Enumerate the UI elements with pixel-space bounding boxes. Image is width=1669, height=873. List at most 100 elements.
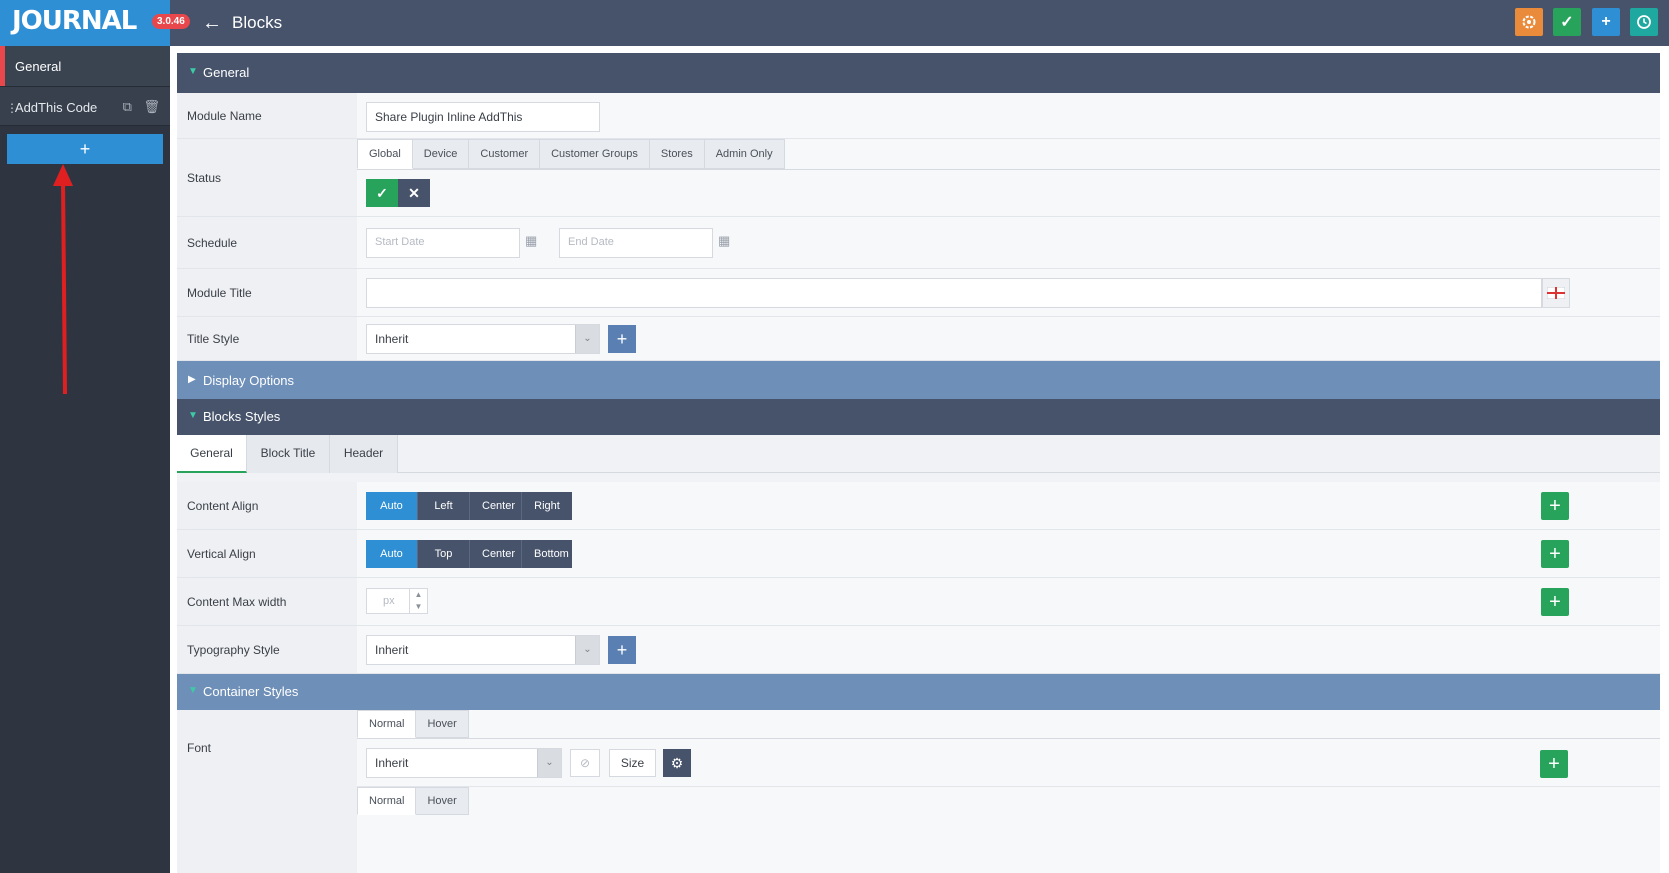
row-schedule: Schedule Start Date ▦ End Date ▦ <box>177 217 1660 269</box>
add-button[interactable]: + <box>1592 8 1620 36</box>
row-font: Font Normal Hover Inherit ⌄ ⊘ Size ⚙ + N… <box>177 710 1660 873</box>
add-override-button[interactable]: + <box>1541 588 1569 616</box>
tab-block-title[interactable]: Block Title <box>247 435 330 473</box>
font-state-tabs: Normal Hover <box>357 710 469 738</box>
add-style-button[interactable]: + <box>608 325 636 353</box>
align-left-button[interactable]: Left <box>418 492 470 520</box>
add-override-button[interactable]: + <box>1541 540 1569 568</box>
flag-icon <box>1547 287 1565 299</box>
field-label: Typography Style <box>177 626 357 673</box>
tab-admin-only[interactable]: Admin Only <box>704 139 785 169</box>
tab-normal[interactable]: Normal <box>357 787 417 815</box>
title-style-select[interactable]: Inherit ⌄ <box>366 324 600 354</box>
tab-global[interactable]: Global <box>357 139 413 169</box>
field-label: Schedule <box>177 217 357 268</box>
check-icon: ✓ <box>1560 14 1574 31</box>
status-toggle[interactable]: ✓ ✕ <box>366 179 430 207</box>
tab-customer-groups[interactable]: Customer Groups <box>540 139 650 169</box>
trash-icon[interactable]: 🗑 <box>143 99 160 114</box>
chevron-down-icon: ⌄ <box>575 636 599 664</box>
close-icon[interactable]: ✕ <box>398 179 430 207</box>
row-module-name: Module Name Share Plugin Inline AddThis <box>177 93 1660 139</box>
module-title-input[interactable] <box>366 278 1542 308</box>
sidebar: General ⋮ AddThis Code ⧉ 🗑 + <box>0 46 170 873</box>
valign-bottom-button[interactable]: Bottom <box>522 540 572 568</box>
tab-device[interactable]: Device <box>412 139 470 169</box>
tab-hover[interactable]: Hover <box>416 787 469 815</box>
start-date-input[interactable]: Start Date <box>366 228 520 258</box>
row-typography-style: Typography Style Inherit ⌄ + <box>177 626 1660 674</box>
settings-icon <box>1522 15 1536 29</box>
font-settings-button[interactable]: ⚙ <box>663 749 691 777</box>
font-select[interactable]: Inherit ⌄ <box>366 748 562 778</box>
select-value: Inherit <box>375 756 409 770</box>
select-value: Inherit <box>375 332 409 346</box>
font-state-tabs-2: Normal Hover <box>357 787 469 815</box>
blocks-styles-tabs: General Block Title Header <box>177 435 1660 473</box>
valign-top-button[interactable]: Top <box>418 540 470 568</box>
section-display-options-header[interactable]: ▶ Display Options <box>177 361 1660 401</box>
row-title-style: Title Style Inherit ⌄ + <box>177 317 1660 361</box>
top-bar: JOURNAL 3.0.46 ← Blocks ✓ + <box>0 0 1669 46</box>
select-value: Inherit <box>375 643 409 657</box>
section-general-header[interactable]: ▼ General <box>177 53 1660 93</box>
logo: JOURNAL <box>0 0 170 46</box>
end-date-input[interactable]: End Date <box>559 228 713 258</box>
sidebar-item-general[interactable]: General <box>0 46 170 86</box>
unit-placeholder: px <box>383 595 395 607</box>
gear-icon: ⚙ <box>670 755 684 771</box>
add-override-button[interactable]: + <box>1541 492 1569 520</box>
chevron-down-icon: ⌄ <box>537 749 561 777</box>
section-title: General <box>203 65 250 80</box>
drag-handle-icon[interactable]: ⋮ <box>6 101 18 115</box>
eyedropper-icon: ⊘ <box>579 756 591 770</box>
color-picker-button[interactable]: ⊘ <box>570 749 600 777</box>
caret-down-icon: ▼ <box>188 685 198 696</box>
align-auto-button[interactable]: Auto <box>366 492 418 520</box>
history-button[interactable] <box>1630 8 1658 36</box>
field-label: Status <box>177 139 357 216</box>
add-override-button[interactable]: + <box>1540 750 1568 778</box>
row-content-align: Content Align Auto Left Center Right + <box>177 482 1660 530</box>
add-block-button[interactable]: + <box>7 134 163 164</box>
field-label: Module Name <box>177 93 357 138</box>
copy-icon[interactable]: ⧉ <box>123 99 132 114</box>
arrow-annotation <box>53 164 73 395</box>
section-blocks-styles-header[interactable]: ▼ Blocks Styles <box>177 399 1660 435</box>
typography-style-select[interactable]: Inherit ⌄ <box>366 635 600 665</box>
max-width-input[interactable]: px ▲ ▼ <box>366 588 428 614</box>
settings-button[interactable] <box>1515 8 1543 36</box>
field-label: Font <box>177 710 357 786</box>
logo-text: JOURNAL <box>12 6 137 36</box>
tab-normal[interactable]: Normal <box>357 710 417 738</box>
section-container-styles-header[interactable]: ▼ Container Styles <box>177 674 1660 710</box>
tab-hover[interactable]: Hover <box>416 710 469 738</box>
valign-center-button[interactable]: Center <box>470 540 522 568</box>
spinner[interactable]: ▲ ▼ <box>409 589 427 613</box>
tab-stores[interactable]: Stores <box>649 139 705 169</box>
calendar-icon[interactable]: ▦ <box>525 233 537 249</box>
arrow-left-icon[interactable]: ← <box>202 12 222 35</box>
row-vertical-align: Vertical Align Auto Top Center Bottom + <box>177 530 1660 578</box>
add-style-button[interactable]: + <box>608 636 636 664</box>
save-button[interactable]: ✓ <box>1553 8 1581 36</box>
chevron-down-icon: ⌄ <box>575 325 599 353</box>
language-button[interactable] <box>1542 278 1570 308</box>
tab-header[interactable]: Header <box>330 435 398 473</box>
tab-customer[interactable]: Customer <box>469 139 541 169</box>
tab-general[interactable]: General <box>177 435 247 473</box>
align-center-button[interactable]: Center <box>470 492 522 520</box>
sidebar-item-addthis-code[interactable]: ⋮ AddThis Code ⧉ 🗑 <box>0 86 170 126</box>
field-label: Content Max width <box>177 578 357 625</box>
calendar-icon[interactable]: ▦ <box>718 233 730 249</box>
plus-icon: + <box>1601 13 1611 30</box>
section-title: Display Options <box>203 373 295 388</box>
field-label: Vertical Align <box>177 530 357 577</box>
field-label: Module Title <box>177 269 357 316</box>
module-name-input[interactable]: Share Plugin Inline AddThis <box>366 102 600 132</box>
valign-auto-button[interactable]: Auto <box>366 540 418 568</box>
align-right-button[interactable]: Right <box>522 492 572 520</box>
page-title: Blocks <box>232 13 283 32</box>
font-size-button[interactable]: Size <box>609 749 656 777</box>
check-icon[interactable]: ✓ <box>366 179 398 207</box>
